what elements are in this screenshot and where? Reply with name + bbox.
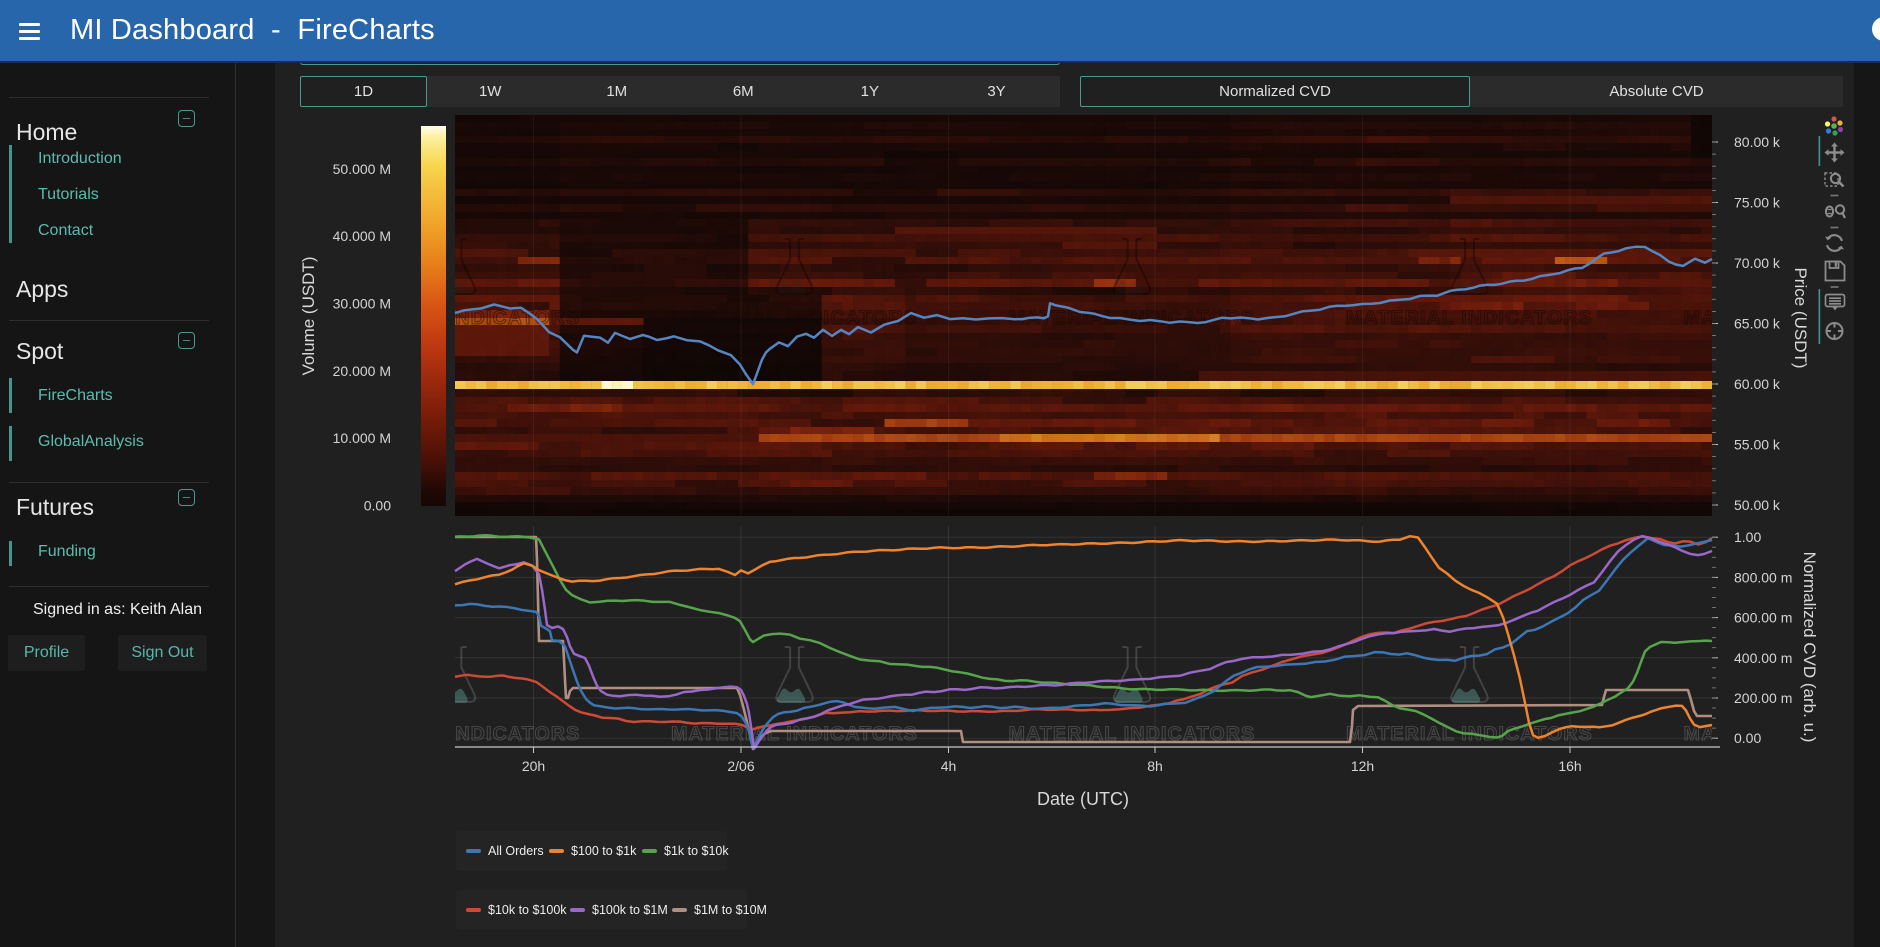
svg-text:30.000 M: 30.000 M [333, 296, 391, 312]
svg-text:20.000 M: 20.000 M [333, 363, 391, 379]
svg-text:8h: 8h [1147, 758, 1163, 774]
svg-text:50.00 k: 50.00 k [1734, 497, 1781, 513]
svg-text:Date (UTC): Date (UTC) [1037, 789, 1129, 809]
svg-text:Volume (USDT): Volume (USDT) [299, 256, 318, 375]
svg-text:600.00 m: 600.00 m [1734, 610, 1792, 626]
svg-text:12h: 12h [1351, 758, 1374, 774]
svg-text:MATERIAL INDICATORS: MATERIAL INDICATORS [334, 723, 581, 745]
svg-text:10.000 M: 10.000 M [333, 430, 391, 446]
svg-text:MATERIAL INDICATORS: MATERIAL INDICATORS [671, 723, 918, 745]
svg-text:200.00 m: 200.00 m [1734, 690, 1792, 706]
svg-text:MATERIAL INDICATORS: MATERIAL INDICATORS [1346, 307, 1593, 329]
svg-text:Normalized CVD (arb. u.): Normalized CVD (arb. u.) [1800, 552, 1819, 743]
svg-text:70.00 k: 70.00 k [1734, 255, 1781, 271]
svg-text:80.00 k: 80.00 k [1734, 134, 1781, 150]
svg-text:1.00: 1.00 [1734, 529, 1761, 545]
svg-text:55.00 k: 55.00 k [1734, 437, 1781, 453]
svg-text:2/06: 2/06 [727, 758, 754, 774]
svg-text:0.00: 0.00 [1734, 730, 1761, 746]
svg-text:MATERIAL INDICATORS: MATERIAL INDICATORS [1684, 307, 1880, 329]
svg-text:60.00 k: 60.00 k [1734, 376, 1781, 392]
svg-text:16h: 16h [1558, 758, 1581, 774]
svg-text:400.00 m: 400.00 m [1734, 650, 1792, 666]
svg-text:MATERIAL INDICATORS: MATERIAL INDICATORS [1684, 723, 1880, 745]
svg-text:75.00 k: 75.00 k [1734, 195, 1781, 211]
svg-text:Price (USDT): Price (USDT) [1791, 267, 1810, 368]
svg-text:800.00 m: 800.00 m [1734, 569, 1792, 585]
svg-text:4h: 4h [941, 758, 957, 774]
svg-text:20h: 20h [522, 758, 545, 774]
svg-text:40.000 M: 40.000 M [333, 228, 391, 244]
svg-text:65.00 k: 65.00 k [1734, 316, 1781, 332]
svg-text:50.000 M: 50.000 M [333, 161, 391, 177]
svg-text:0.00: 0.00 [364, 498, 391, 514]
